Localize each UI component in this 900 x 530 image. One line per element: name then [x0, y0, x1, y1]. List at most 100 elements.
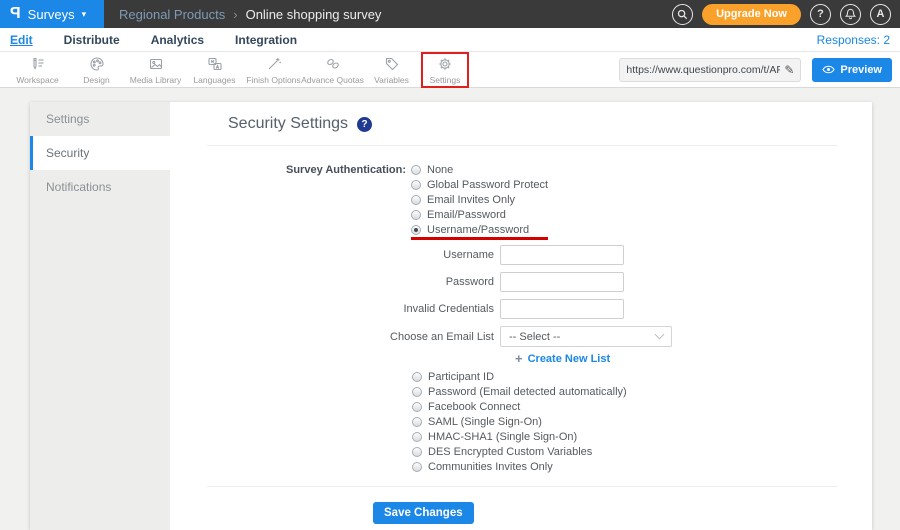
invalid-credentials-row: Invalid Credentials — [170, 299, 872, 319]
survey-nav: Edit Distribute Analytics Integration Re… — [0, 28, 900, 52]
upgrade-now-button[interactable]: Upgrade Now — [702, 3, 801, 25]
toolbar-item-media-library[interactable]: Media Library — [126, 55, 185, 85]
invalid-credentials-label: Invalid Credentials — [403, 303, 495, 315]
eye-icon — [822, 65, 836, 74]
toolbar-item-variables[interactable]: Variables — [362, 55, 421, 85]
radio-option-participant-id[interactable]: Participant ID — [412, 369, 872, 384]
more-authentication-options: Participant ID Password (Email detected … — [412, 369, 872, 474]
save-changes-button[interactable]: Save Changes — [373, 502, 474, 524]
toolbar-right-group: https://www.questionpro.com/t/APNrfZ ✎ P… — [619, 57, 900, 82]
radio-label: Global Password Protect — [427, 178, 549, 191]
radio-selected-icon — [411, 224, 421, 235]
password-row: Password — [170, 272, 872, 292]
toolbar-item-workspace[interactable]: Workspace — [8, 55, 67, 85]
tab-edit[interactable]: Edit — [10, 33, 33, 47]
radio-label: Participant ID — [428, 370, 495, 383]
preview-button[interactable]: Preview — [812, 57, 892, 82]
toolbar-item-settings-highlighted[interactable]: Settings — [421, 51, 469, 88]
save-row: Save Changes — [373, 502, 872, 524]
header-divider — [207, 145, 837, 146]
toolbar-item-advance-quotas[interactable]: Advance Quotas — [301, 55, 364, 85]
toolbar-item-label: Media Library — [129, 74, 182, 85]
radio-icon — [412, 431, 422, 442]
responses-count[interactable]: Responses: 2 — [817, 33, 890, 47]
account-avatar[interactable]: A — [870, 3, 891, 25]
sidebar-item-settings[interactable]: Settings — [30, 102, 170, 136]
toolbar-item-label: Advance Quotas — [301, 74, 364, 85]
radio-option-none[interactable]: None — [411, 162, 548, 177]
toolbar-item-label: Settings — [429, 74, 461, 85]
radio-option-facebook-connect[interactable]: Facebook Connect — [412, 399, 872, 414]
create-new-list-row: + Create New List — [515, 351, 872, 366]
radio-icon — [412, 461, 422, 472]
notifications-button[interactable] — [840, 3, 861, 25]
radio-label: Email Invites Only — [427, 193, 516, 206]
email-list-selected-value: -- Select -- — [509, 330, 561, 343]
surveys-menu[interactable]: P Surveys ▾ — [0, 0, 104, 28]
toolbar-item-design[interactable]: Design — [67, 55, 126, 85]
survey-url-box[interactable]: https://www.questionpro.com/t/APNrfZ ✎ — [619, 57, 802, 82]
toolbar-item-finish-options[interactable]: Finish Options — [244, 55, 303, 85]
chevron-down-icon: ▾ — [81, 9, 87, 19]
plus-icon: + — [515, 351, 523, 366]
preview-button-label: Preview — [840, 63, 882, 76]
tab-integration[interactable]: Integration — [235, 33, 297, 47]
page-title: Security Settings — [228, 115, 349, 132]
radio-label: Password (Email detected automatically) — [428, 385, 627, 398]
tab-analytics[interactable]: Analytics — [151, 33, 204, 47]
username-row: Username — [170, 245, 872, 265]
breadcrumb-survey-name: Online shopping survey — [245, 6, 382, 22]
radio-option-hmac-sha1[interactable]: HMAC-SHA1 (Single Sign-On) — [412, 429, 872, 444]
invalid-credentials-input[interactable] — [500, 299, 624, 319]
radio-icon — [411, 179, 421, 190]
radio-label: HMAC-SHA1 (Single Sign-On) — [428, 430, 578, 443]
chain-links-icon — [326, 58, 339, 69]
radio-option-saml[interactable]: SAML (Single Sign-On) — [412, 414, 872, 429]
radio-icon — [412, 371, 422, 382]
email-list-label: Choose an Email List — [390, 330, 494, 343]
page-body: Settings Security Notifications Security… — [0, 88, 900, 530]
bell-icon — [845, 8, 856, 20]
toolbar-item-label: Workspace — [16, 74, 59, 85]
breadcrumb-folder[interactable]: Regional Products — [119, 7, 225, 22]
radio-label: Communities Invites Only — [428, 460, 553, 473]
radio-label: DES Encrypted Custom Variables — [428, 445, 593, 458]
radio-option-username-password-selected[interactable]: Username/Password — [411, 222, 549, 240]
radio-option-global-password[interactable]: Global Password Protect — [411, 177, 548, 192]
footer-divider — [207, 486, 837, 487]
email-list-select[interactable]: -- Select -- — [500, 326, 672, 347]
survey-authentication-row: Survey Authentication: None Global Passw… — [170, 162, 872, 240]
radio-option-des-encrypted[interactable]: DES Encrypted Custom Variables — [412, 444, 872, 459]
palette-icon — [89, 56, 104, 71]
sidebar-item-notifications[interactable]: Notifications — [30, 170, 170, 204]
username-input[interactable] — [500, 245, 624, 265]
radio-option-password-email-detected[interactable]: Password (Email detected automatically) — [412, 384, 872, 399]
sidebar-item-security[interactable]: Security — [30, 136, 170, 170]
tab-distribute[interactable]: Distribute — [64, 33, 120, 47]
radio-label: SAML (Single Sign-On) — [428, 415, 542, 428]
workspace-pencil-icon — [32, 57, 43, 70]
search-button[interactable] — [672, 3, 694, 25]
radio-option-email-password[interactable]: Email/Password — [411, 207, 548, 222]
create-new-list-link[interactable]: Create New List — [528, 353, 611, 365]
toolbar-item-label: Languages — [193, 74, 236, 85]
help-button[interactable]: ? — [810, 3, 831, 25]
email-list-row: Choose an Email List -- Select -- — [170, 326, 872, 347]
radio-icon — [411, 164, 421, 175]
security-form: Survey Authentication: None Global Passw… — [170, 162, 872, 524]
panel-header: Security Settings ? — [228, 115, 872, 133]
toolbar-item-languages[interactable]: Languages — [185, 55, 244, 85]
settings-card: Settings Security Notifications Security… — [30, 102, 872, 530]
settings-sidebar: Settings Security Notifications — [30, 102, 170, 530]
help-badge-icon[interactable]: ? — [357, 116, 373, 132]
radio-icon — [411, 194, 421, 205]
password-input[interactable] — [500, 272, 624, 292]
radio-label: Username/Password — [427, 223, 530, 236]
edit-url-button[interactable]: ✎ — [780, 63, 794, 77]
radio-label: None — [427, 163, 454, 176]
radio-option-email-invites[interactable]: Email Invites Only — [411, 192, 548, 207]
image-icon — [149, 58, 162, 69]
radio-option-communities-invites[interactable]: Communities Invites Only — [412, 459, 872, 474]
radio-icon — [412, 416, 422, 427]
topbar-actions: Upgrade Now ? A — [672, 3, 900, 25]
